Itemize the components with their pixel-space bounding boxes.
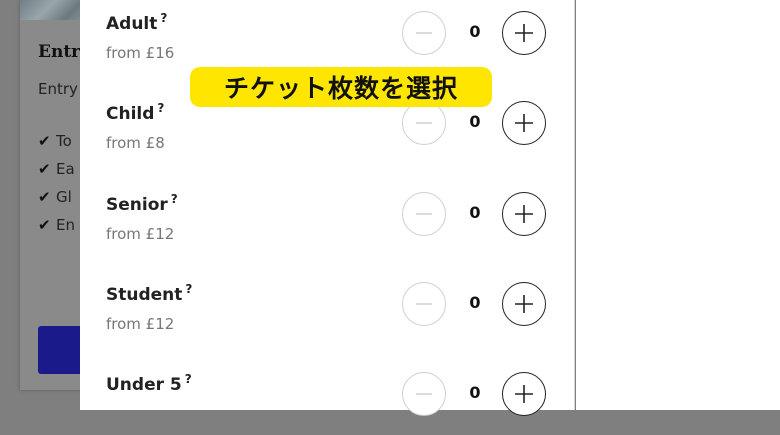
quantity-value: 0 <box>469 112 481 131</box>
decrement-button[interactable] <box>402 372 446 416</box>
ticket-type-label: Under 5? <box>106 372 192 395</box>
check-icon: ✔ <box>38 160 51 178</box>
feature-label: Ea <box>56 160 75 178</box>
help-icon[interactable]: ? <box>185 372 192 386</box>
ticket-type-label: Adult? <box>106 11 167 34</box>
check-icon: ✔ <box>38 188 51 206</box>
feature-label: En <box>56 216 75 234</box>
minus-icon <box>416 303 432 305</box>
feature-label: To <box>56 132 72 150</box>
help-icon[interactable]: ? <box>185 282 192 296</box>
ticket-selector-panel: Adult? from £16 0 Child? from £8 0 Senio… <box>80 0 575 416</box>
plus-icon <box>515 385 533 403</box>
ticket-row-senior: Senior? from £12 0 <box>106 192 566 255</box>
ticket-row-student: Student? from £12 0 <box>106 282 566 345</box>
ticket-type-label: Child? <box>106 101 164 124</box>
help-icon[interactable]: ? <box>171 192 178 206</box>
plus-icon <box>515 205 533 223</box>
decrement-button[interactable] <box>402 282 446 326</box>
feature-item: ✔ Gl <box>38 188 75 216</box>
feature-item: ✔ To <box>38 132 75 160</box>
quantity-value: 0 <box>469 203 481 222</box>
quantity-value: 0 <box>469 383 481 402</box>
increment-button[interactable] <box>502 192 546 236</box>
feature-label: Gl <box>56 188 72 206</box>
decrement-button[interactable] <box>402 192 446 236</box>
product-card-subtitle: Entry <box>38 80 78 98</box>
ticket-name: Under 5 <box>106 375 182 395</box>
ticket-row-child: Child? from £8 0 <box>106 101 566 164</box>
ticket-price: from £16 <box>106 44 175 62</box>
product-card-title: Entr <box>38 42 81 62</box>
ticket-name: Senior <box>106 195 168 215</box>
feature-item: ✔ Ea <box>38 160 75 188</box>
quantity-value: 0 <box>469 22 481 41</box>
minus-icon <box>416 122 432 124</box>
minus-icon <box>416 213 432 215</box>
increment-button[interactable] <box>502 282 546 326</box>
plus-icon <box>515 295 533 313</box>
ticket-name: Student <box>106 285 183 305</box>
ticket-row-under-5: Under 5? 0 <box>106 372 566 435</box>
feature-item: ✔ En <box>38 216 75 244</box>
increment-button[interactable] <box>502 372 546 416</box>
check-icon: ✔ <box>38 132 51 150</box>
check-icon: ✔ <box>38 216 51 234</box>
increment-button[interactable] <box>502 101 546 145</box>
ticket-name: Adult <box>106 14 158 34</box>
help-icon[interactable]: ? <box>157 101 164 115</box>
minus-icon <box>416 32 432 34</box>
plus-icon <box>515 24 533 42</box>
decrement-button[interactable] <box>402 101 446 145</box>
ticket-type-label: Student? <box>106 282 192 305</box>
decrement-button[interactable] <box>402 11 446 55</box>
page-background-right <box>576 0 780 410</box>
help-icon[interactable]: ? <box>160 11 167 25</box>
ticket-row-adult: Adult? from £16 0 <box>106 11 566 74</box>
minus-icon <box>416 393 432 395</box>
quantity-value: 0 <box>469 293 481 312</box>
ticket-price: from £12 <box>106 225 175 243</box>
feature-list: ✔ To ✔ Ea ✔ Gl ✔ En <box>38 132 75 244</box>
plus-icon <box>515 114 533 132</box>
annotation-label: チケット枚数を選択 <box>190 67 492 107</box>
ticket-price: from £8 <box>106 134 165 152</box>
increment-button[interactable] <box>502 11 546 55</box>
ticket-price: from £12 <box>106 315 175 333</box>
ticket-name: Child <box>106 104 155 124</box>
ticket-type-label: Senior? <box>106 192 178 215</box>
